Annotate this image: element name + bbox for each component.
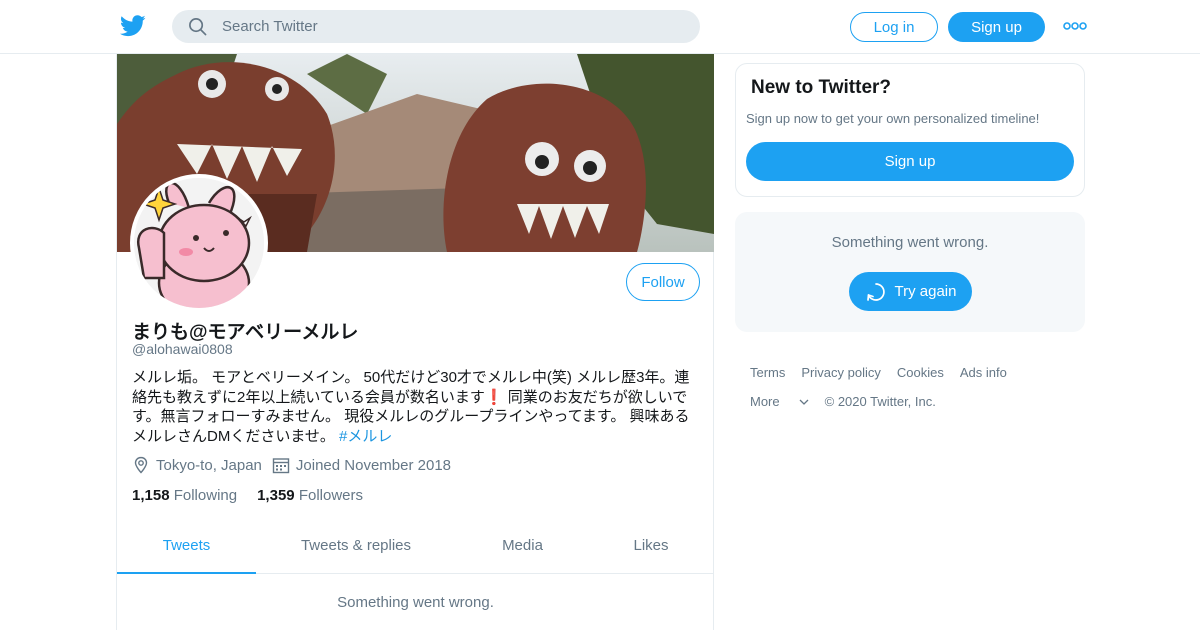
new-to-twitter-title: New to Twitter? — [751, 77, 892, 98]
more-dots-icon[interactable] — [1062, 16, 1088, 36]
followers-label: Followers — [298, 487, 363, 504]
footer-terms-link[interactable]: Terms — [750, 365, 785, 380]
search-icon — [189, 18, 207, 36]
footer-more-label: More — [750, 393, 780, 409]
following-count: 1,158 — [132, 487, 170, 504]
footer-ads-link[interactable]: Ads info — [960, 365, 1007, 380]
sidebar-error-message: Something went wrong. — [831, 234, 989, 251]
footer-more-menu[interactable]: More — [750, 394, 809, 409]
new-to-twitter-card: New to Twitter? Sign up now to get your … — [735, 63, 1085, 197]
footer-cookies-link[interactable]: Cookies — [897, 365, 944, 380]
profile-meta: Tokyo-to, Japan Joined November 2018 — [132, 456, 461, 474]
following-link[interactable]: 1,158 Following — [132, 487, 237, 504]
footer-copyright: © 2020 Twitter, Inc. — [824, 393, 936, 409]
following-label: Following — [173, 487, 238, 504]
joined-text: Joined November 2018 — [295, 456, 452, 474]
signup-button[interactable]: Sign up — [948, 12, 1045, 42]
follow-button[interactable]: Follow — [626, 263, 700, 301]
twitter-bird-icon[interactable] — [120, 14, 146, 38]
new-to-twitter-description: Sign up now to get your own personalized… — [746, 111, 1040, 126]
tab-media[interactable]: Media — [487, 522, 558, 574]
profile-stats: 1,158 Following 1,359 Followers — [132, 487, 363, 504]
calendar-icon — [272, 458, 290, 474]
footer-links: Terms Privacy policy Cookies Ads info Mo… — [750, 363, 1080, 421]
tab-tweets[interactable]: Tweets — [117, 522, 256, 574]
avatar-illustration — [134, 178, 264, 308]
chevron-down-icon — [799, 399, 809, 405]
top-bar: Log in Sign up — [0, 0, 1200, 54]
profile-joined: Joined November 2018 — [272, 456, 451, 474]
search-box[interactable] — [172, 10, 700, 43]
timeline-error-message: Something went wrong. — [337, 594, 494, 611]
profile-handle[interactable]: @alohawai0808 — [132, 341, 233, 357]
sidebar-signup-button[interactable]: Sign up — [746, 142, 1074, 181]
followers-count: 1,359 — [257, 487, 295, 504]
profile-column: Follow まりも@モアベリーメルレ @alohawai0808 メルレ垢。 … — [116, 54, 714, 630]
followers-link[interactable]: 1,359 Followers — [257, 487, 363, 504]
profile-tabs: Tweets Tweets & replies Media Likes — [117, 522, 714, 574]
tab-likes[interactable]: Likes — [617, 522, 685, 574]
location-pin-icon — [134, 456, 148, 474]
exclamation-emoji-icon: ❗ — [484, 388, 504, 406]
profile-avatar[interactable] — [130, 174, 268, 312]
try-again-label: Try again — [894, 283, 957, 300]
try-again-button[interactable]: Try again — [849, 272, 972, 311]
sidebar-error-card: Something went wrong. Try again — [735, 212, 1085, 332]
footer-privacy-link[interactable]: Privacy policy — [801, 365, 880, 380]
profile-name: まりも@モアベリーメルレ — [132, 322, 359, 343]
location-text: Tokyo-to, Japan — [156, 456, 262, 474]
bio-hashtag-link[interactable]: #メルレ — [339, 428, 392, 445]
login-button[interactable]: Log in — [850, 12, 938, 42]
tab-tweets-replies[interactable]: Tweets & replies — [282, 522, 430, 574]
search-input[interactable] — [222, 10, 682, 43]
profile-location: Tokyo-to, Japan — [132, 456, 262, 474]
refresh-icon — [866, 282, 885, 301]
profile-bio: メルレ垢。 モアとベリーメイン。 50代だけど30才でメルレ中(笑) メルレ歴3… — [132, 368, 697, 446]
